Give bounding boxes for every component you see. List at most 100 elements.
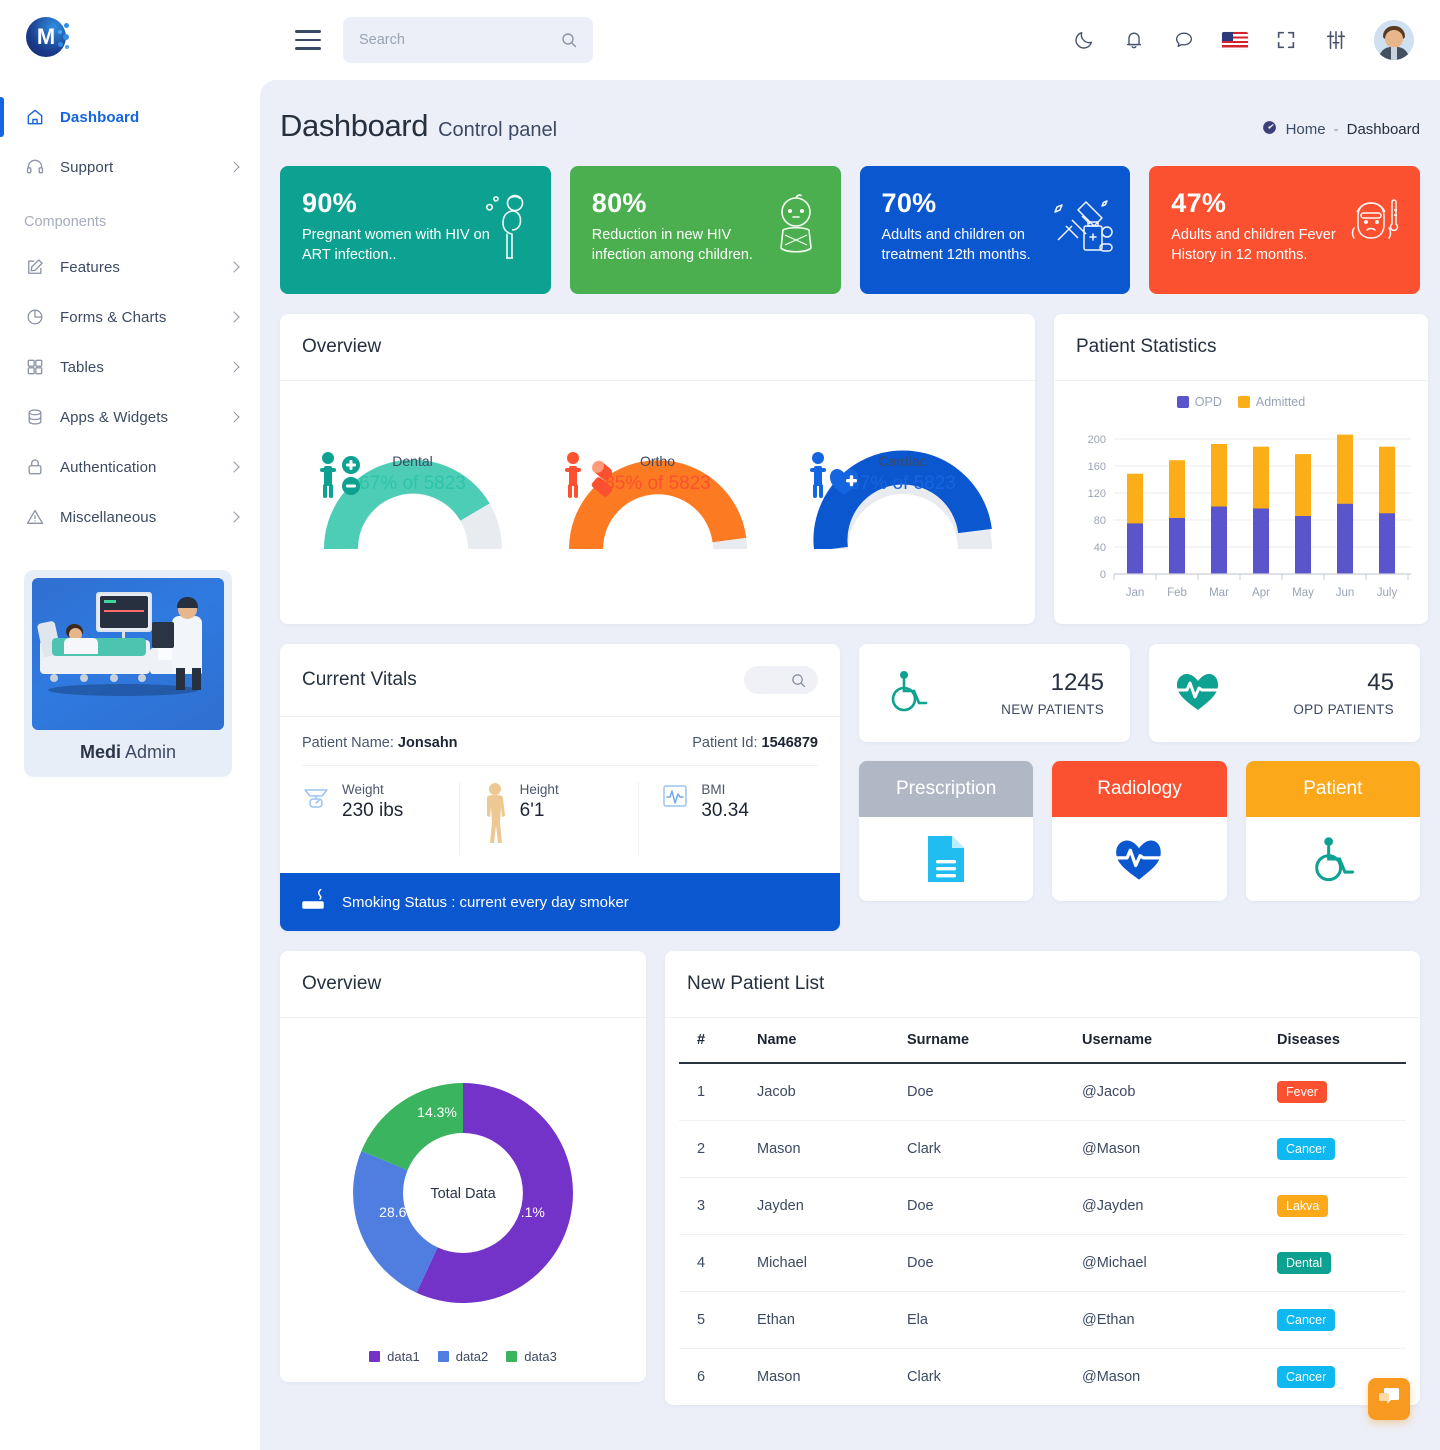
smoking-status-bar: Smoking Status : current every day smoke… xyxy=(280,873,840,931)
tile-prescription[interactable]: Prescription xyxy=(859,761,1033,901)
column-header-name: Name xyxy=(739,1018,889,1063)
breadcrumb-home[interactable]: Home xyxy=(1286,121,1326,138)
promo-card[interactable]: Medi Admin xyxy=(24,570,232,777)
grid-icon xyxy=(24,356,46,378)
cell-num: 6 xyxy=(679,1349,739,1406)
table-header-row: # Name Surname Username Diseases xyxy=(679,1018,1406,1063)
syringe-medicine-icon xyxy=(1052,192,1114,263)
breadcrumb: Home - Dashboard xyxy=(1261,119,1420,140)
svg-text:Feb: Feb xyxy=(1167,587,1187,599)
vital-label: Weight xyxy=(342,782,403,797)
chart-legend: OPD Admitted xyxy=(1066,395,1416,409)
status-badge: Lakva xyxy=(1277,1195,1328,1217)
promo-title: Medi Admin xyxy=(32,742,224,763)
dashboard-page: M xyxy=(0,0,1440,1450)
chevron-right-icon xyxy=(228,311,239,322)
page-title: Dashboard xyxy=(280,108,428,144)
cell-surname: Doe xyxy=(889,1235,1064,1292)
sidebar-item-apps-widgets[interactable]: Apps & Widgets xyxy=(0,392,260,442)
stat-card-hiv-reduction[interactable]: 80% Reduction in new HIV infection among… xyxy=(570,166,841,294)
sidebar-item-dashboard[interactable]: Dashboard xyxy=(0,92,260,142)
pie-chart-icon xyxy=(24,306,46,328)
sidebar-item-tables[interactable]: Tables xyxy=(0,342,260,392)
tile-patient[interactable]: Patient xyxy=(1246,761,1420,901)
logo[interactable]: M xyxy=(0,0,260,80)
ministat-new-patients[interactable]: 1245 NEW PATIENTS xyxy=(859,644,1130,742)
svg-text:160: 160 xyxy=(1088,461,1106,473)
menu-toggle-icon[interactable] xyxy=(295,30,321,50)
legend-item-data2: data2 xyxy=(438,1349,489,1364)
svg-text:0: 0 xyxy=(1100,569,1106,581)
table-row[interactable]: 4 Michael Doe @Michael Dental xyxy=(679,1235,1406,1292)
column-header-surname: Surname xyxy=(889,1018,1064,1063)
chevron-right-icon xyxy=(228,261,239,272)
chevron-right-icon xyxy=(228,411,239,422)
new-patient-list-title: New Patient List xyxy=(665,951,1420,1018)
fullscreen-icon[interactable] xyxy=(1274,28,1298,52)
wheelchair-icon xyxy=(885,668,931,719)
settings-sliders-icon[interactable] xyxy=(1324,28,1348,52)
bell-icon[interactable] xyxy=(1122,28,1146,52)
overview-statistics-row: Overview xyxy=(280,314,1420,624)
tile-radiology[interactable]: Radiology xyxy=(1052,761,1226,901)
cell-surname: Doe xyxy=(889,1178,1064,1235)
cell-name: Jacob xyxy=(739,1063,889,1121)
stat-description: Reduction in new HIV infection among chi… xyxy=(592,225,787,265)
sidebar-item-label: Features xyxy=(60,259,120,276)
overview-gauges-card: Overview xyxy=(280,314,1035,624)
search-input[interactable] xyxy=(359,32,561,48)
vital-label: BMI xyxy=(701,782,749,797)
legend-label: data2 xyxy=(456,1349,489,1364)
sidebar-item-authentication[interactable]: Authentication xyxy=(0,442,260,492)
svg-text:40: 40 xyxy=(1094,542,1106,554)
stat-card-pregnant-women[interactable]: 90% Pregnant women with HIV on ART infec… xyxy=(280,166,551,294)
svg-text:14.3%: 14.3% xyxy=(417,1104,457,1120)
cell-name: Ethan xyxy=(739,1292,889,1349)
sidebar-item-label: Tables xyxy=(60,359,104,376)
svg-text:Jun: Jun xyxy=(1336,587,1355,599)
cell-num: 3 xyxy=(679,1178,739,1235)
table-row[interactable]: 5 Ethan Ela @Ethan Cancer xyxy=(679,1292,1406,1349)
fever-patient-icon xyxy=(1344,192,1404,263)
svg-text:July: July xyxy=(1377,587,1398,599)
sidebar-item-features[interactable]: Features xyxy=(0,242,260,292)
stat-description: Pregnant women with HIV on ART infection… xyxy=(302,225,497,265)
chat-fab-button[interactable] xyxy=(1368,1378,1410,1420)
table-row[interactable]: 1 Jacob Doe @Jacob Fever xyxy=(679,1063,1406,1121)
table-row[interactable]: 3 Jayden Doe @Jayden Lakva xyxy=(679,1178,1406,1235)
stat-card-fever-history[interactable]: 47% Adults and children Fever History in… xyxy=(1149,166,1420,294)
cell-num: 4 xyxy=(679,1235,739,1292)
patient-id-value: 1546879 xyxy=(762,735,818,751)
cell-surname: Ela xyxy=(889,1292,1064,1349)
top-bar: M xyxy=(0,0,1440,80)
stat-card-treatment[interactable]: 70% Adults and children on treatment 12t… xyxy=(860,166,1131,294)
search-box[interactable] xyxy=(343,17,593,63)
donut-chart: Total Data 57.1% 28.6% 14.3% data1 data2… xyxy=(280,1018,646,1382)
sidebar-item-support[interactable]: Support xyxy=(0,142,260,192)
patient-name-label: Patient Name: xyxy=(302,735,394,751)
chat-icon[interactable] xyxy=(1172,28,1196,52)
us-flag-icon[interactable] xyxy=(1222,32,1248,49)
table-row[interactable]: 6 Mason Clark @Mason Cancer xyxy=(679,1349,1406,1406)
avatar[interactable] xyxy=(1374,20,1414,60)
sidebar: Dashboard Support Components Features Fo… xyxy=(0,80,260,1450)
ministat-opd-patients[interactable]: 45 OPD PATIENTS xyxy=(1149,644,1420,742)
legend-label: data1 xyxy=(387,1349,420,1364)
pulse-monitor-icon xyxy=(661,782,689,815)
bar-chart-svg: 200160120 80400 xyxy=(1066,419,1416,609)
smoking-status-text: Smoking Status : current every day smoke… xyxy=(342,894,629,911)
vitals-search-button[interactable] xyxy=(744,666,818,694)
legend-label: Admitted xyxy=(1256,395,1305,409)
column-header-num: # xyxy=(679,1018,739,1063)
table-row[interactable]: 2 Mason Clark @Mason Cancer xyxy=(679,1121,1406,1178)
ministat-label: OPD PATIENTS xyxy=(1293,702,1394,717)
vital-weight: Weight 230 ibs xyxy=(302,782,459,855)
sidebar-item-miscellaneous[interactable]: Miscellaneous xyxy=(0,492,260,542)
document-icon xyxy=(859,817,1033,901)
cell-num: 1 xyxy=(679,1063,739,1121)
sidebar-item-forms-charts[interactable]: Forms & Charts xyxy=(0,292,260,342)
moon-icon[interactable] xyxy=(1072,28,1096,52)
svg-text:200: 200 xyxy=(1088,434,1106,446)
stat-description: Adults and children on treatment 12th mo… xyxy=(882,225,1077,265)
patient-identity-row: Patient Name: Jonsahn Patient Id: 154687… xyxy=(280,717,840,765)
